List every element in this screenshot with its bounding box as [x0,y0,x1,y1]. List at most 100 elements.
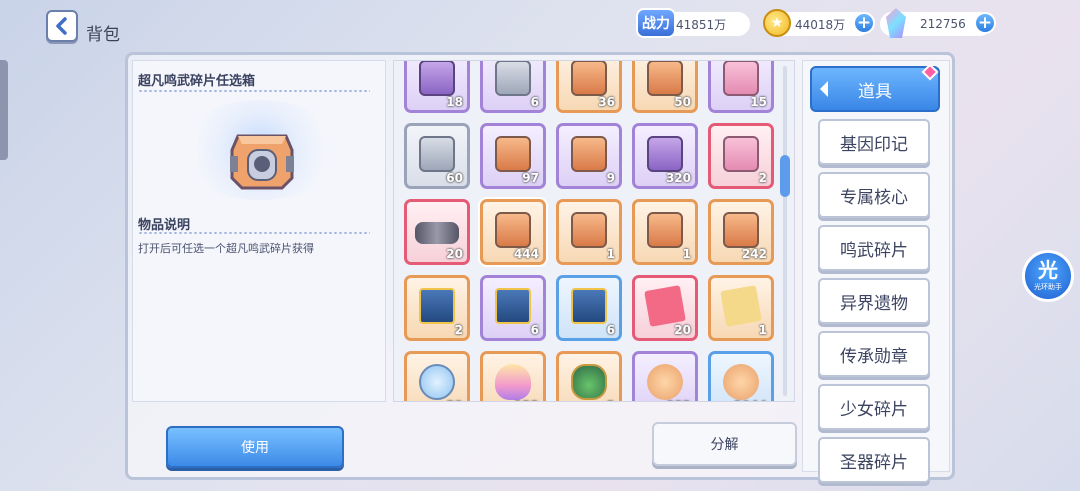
inventory-slot[interactable]: 18 [404,61,470,113]
item-quantity: 444 [513,247,539,261]
gold-value: 44018万 [795,17,846,32]
use-button[interactable]: 使用 [166,426,344,468]
category-tab[interactable]: 鸣武碎片 [818,225,930,271]
item-icon [644,285,686,327]
item-quantity: 18 [446,95,463,109]
item-icon [419,288,455,324]
power-value: 41851万 [676,17,727,32]
inventory-slot[interactable]: 6 [480,61,546,113]
chevron-left-icon [56,17,67,35]
item-quantity: 36 [598,95,615,109]
assistant-icon: 光 [1038,258,1058,282]
inventory-slot[interactable]: 444 [480,199,546,265]
inventory-grid[interactable]: 18 6 36 50 15 60 97 9 320 2 20 444 1 1 242 2 6 6 20 1 39 123 2… [393,60,795,402]
item-quantity: 1 [606,247,615,261]
item-quantity: 6 [530,95,539,109]
description-label: 物品说明 [138,218,191,233]
item-quantity: 39 [446,399,463,401]
category-tab[interactable]: 圣器碎片 [818,437,930,483]
category-tab[interactable]: 基因印记 [818,119,930,165]
category-label: 道具 [858,81,892,102]
inventory-slot[interactable]: 50 [632,61,698,113]
item-icon [419,61,455,96]
item-quantity: 1 [682,247,691,261]
item-icon [723,61,759,96]
inventory-slot[interactable]: 1 [708,275,774,341]
item-icon [571,288,607,324]
inventory-slot[interactable]: 1 [632,199,698,265]
item-icon [419,136,455,172]
inventory-slot[interactable]: 60 [404,123,470,189]
item-icon [723,212,759,248]
inventory-slot[interactable]: 6 [556,275,622,341]
scrollbar-track[interactable] [783,66,787,396]
inventory-slot[interactable]: 320 [632,123,698,189]
category-tab[interactable]: 异界遗物 [818,278,930,324]
star-coin-icon: ★ [763,9,791,37]
inventory-slot[interactable]: 242 [708,199,774,265]
item-icon [495,136,531,172]
inventory-slot[interactable]: 36 [556,61,622,113]
inventory-slot[interactable]: 3944 [708,351,774,401]
item-icon [647,364,683,400]
add-gold-button[interactable]: + [853,12,875,34]
arrow-left-icon [820,81,828,97]
item-icon [647,61,683,96]
inventory-slot[interactable]: 2 [404,275,470,341]
category-tab[interactable]: 传承勋章 [818,331,930,377]
item-icon [415,222,459,244]
inventory-slot[interactable]: 1 [556,199,622,265]
item-icon [419,364,455,400]
divider [138,90,370,92]
gem-display: 212756 + [880,8,996,38]
assistant-button[interactable]: 光 光环助手 [1022,250,1074,302]
assistant-label: 光环助手 [1034,283,1062,291]
inventory-slot[interactable]: 882 [632,351,698,401]
item-name: 超凡鸣武碎片任选箱 [138,74,256,89]
item-quantity: 882 [666,399,691,401]
inventory-slot[interactable]: 2 [708,123,774,189]
scrollbar-thumb[interactable] [780,155,790,197]
add-gem-button[interactable]: + [974,12,996,34]
inventory-slot[interactable]: 15 [708,61,774,113]
item-quantity: 6 [530,323,539,337]
item-quantity: 20 [446,247,463,261]
inventory-slot[interactable]: 6 [480,275,546,341]
category-tab-items[interactable]: 道具 [810,63,940,112]
item-quantity: 50 [674,95,691,109]
notification-dot [921,63,939,81]
item-icon [571,364,607,400]
decompose-button[interactable]: 分解 [652,422,797,466]
item-quantity: 9 [606,171,615,185]
selection-corner [538,202,543,207]
item-icon [571,61,607,96]
category-tab[interactable]: 少女碎片 [818,384,930,430]
item-icon [495,212,531,248]
item-quantity: 15 [750,95,767,109]
selection-corner [538,257,543,262]
item-icon [723,364,759,400]
gem-value: 212756 [920,17,966,31]
gold-display: ★ 44018万 + [763,9,875,37]
inventory-slot[interactable]: 20 [632,275,698,341]
category-tab[interactable]: 专属核心 [818,172,930,218]
item-quantity: 242 [741,247,767,261]
item-quantity: 20 [674,323,691,337]
item-quantity: 97 [522,171,539,185]
inventory-slot[interactable]: 9 [556,123,622,189]
item-quantity: 3944 [734,399,767,401]
power-display: 战力 41851万 [636,8,750,38]
power-badge: 战力 [636,8,676,38]
item-quantity: 60 [446,171,463,185]
description-text: 打开后可任选一个超凡鸣武碎片获得 [138,242,314,255]
side-drawer-handle[interactable] [0,60,8,160]
item-quantity: 2 [454,323,463,337]
inventory-slot[interactable]: 20 [404,199,470,265]
inventory-slot[interactable]: 39 [404,351,470,401]
inventory-slot[interactable]: 2 [556,351,622,401]
selection-corner [483,202,488,207]
inventory-slot[interactable]: 123 [480,351,546,401]
page-title: 背包 [86,25,120,45]
inventory-slot[interactable]: 97 [480,123,546,189]
back-button[interactable] [46,10,78,42]
